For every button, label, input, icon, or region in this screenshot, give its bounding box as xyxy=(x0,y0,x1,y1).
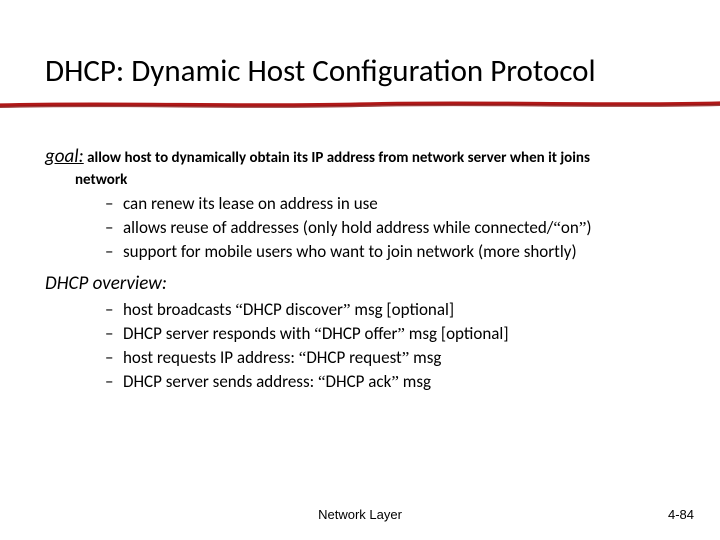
footer-center: Network Layer xyxy=(0,507,720,522)
list-item: host requests IP address: “DHCP request”… xyxy=(105,347,700,371)
list-item: support for mobile users who want to joi… xyxy=(105,241,700,265)
overview-bullets: host broadcasts “DHCP discover” msg [opt… xyxy=(45,299,700,395)
slide-title: DHCP: Dynamic Host Configuration Protoco… xyxy=(45,52,710,90)
slide: DHCP: Dynamic Host Configuration Protoco… xyxy=(0,0,720,540)
list-item: allows reuse of addresses (only hold add… xyxy=(105,217,700,241)
goal-text: allow host to dynamically obtain its IP … xyxy=(84,149,590,167)
list-item: host broadcasts “DHCP discover” msg [opt… xyxy=(105,299,700,323)
goal-label: goal: xyxy=(45,145,84,168)
list-item: can renew its lease on address in use xyxy=(105,193,700,217)
footer-page-number: 4-84 xyxy=(668,507,694,522)
goal-bullets: can renew its lease on address in use al… xyxy=(45,193,700,265)
list-item: DHCP server responds with “DHCP offer” m… xyxy=(105,323,700,347)
goal-text-tail: network xyxy=(75,170,700,190)
slide-body: goal: allow host to dynamically obtain i… xyxy=(45,144,700,401)
overview-heading: DHCP overview: xyxy=(45,271,700,297)
list-item-text: allows reuse of addresses (only hold add… xyxy=(123,217,592,238)
list-item: DHCP server sends address: “DHCP ack” ms… xyxy=(105,371,700,395)
goal-line: goal: allow host to dynamically obtain i… xyxy=(45,144,700,190)
title-underline xyxy=(0,100,720,108)
